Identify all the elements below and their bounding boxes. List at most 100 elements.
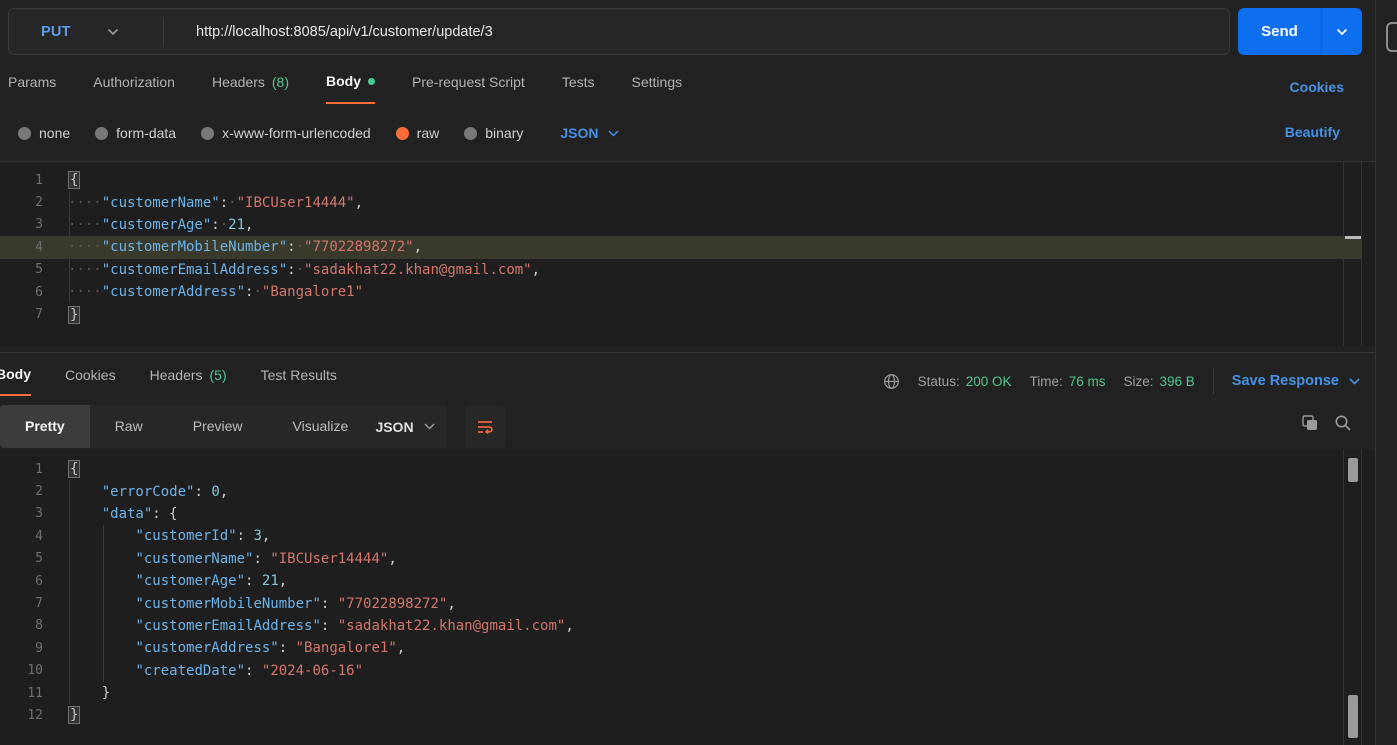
code-text: } (68, 307, 80, 323)
url-input[interactable]: http://localhost:8085/api/v1/customer/up… (164, 24, 493, 40)
tab-authorization[interactable]: Authorization (93, 72, 175, 104)
response-tab-test-results[interactable]: Test Results (261, 366, 337, 396)
body-mode-label: binary (485, 125, 523, 141)
method-selector[interactable]: PUT (9, 24, 163, 40)
line-number: 11 (0, 686, 43, 701)
token-key: "customerName" (102, 195, 220, 211)
clipped-panel-icon[interactable] (1386, 22, 1397, 52)
section-divider (0, 352, 1375, 353)
body-mode-raw[interactable]: raw (396, 125, 440, 141)
cookies-link[interactable]: Cookies (1290, 79, 1344, 95)
whitespace (287, 640, 295, 656)
tab-pre-request-script[interactable]: Pre-request Script (412, 72, 525, 104)
response-format-label: JSON (375, 419, 413, 435)
response-tabs: Body Cookies Headers(5) Test Results (0, 366, 337, 396)
line-number: 4 (0, 240, 43, 255)
body-mode-form-data[interactable]: form-data (95, 125, 176, 141)
tab-headers[interactable]: Headers(8) (212, 72, 289, 104)
code-text: "data": { (68, 506, 178, 522)
view-raw[interactable]: Raw (90, 405, 168, 448)
view-visualize[interactable]: Visualize (268, 405, 374, 448)
token-bracebox: { (68, 460, 80, 478)
code-line: 10 "createdDate": "2024-06-16" (0, 660, 1375, 682)
scrollbar-thumb[interactable] (1348, 695, 1358, 738)
response-body-editor[interactable]: 1{2 "errorCode": 0,3 "data": {4 "custome… (0, 450, 1375, 745)
request-tabs: Params Authorization Headers(8) Body Pre-req… (8, 72, 682, 104)
code-line: 6 "customerAge": 21, (0, 570, 1375, 592)
response-format-dropdown[interactable]: JSON (363, 405, 447, 448)
code-line: 8 "customerEmailAddress": "sadakhat22.kh… (0, 615, 1375, 637)
radio-icon (18, 127, 31, 140)
view-pretty[interactable]: Pretty (0, 405, 90, 448)
response-tab-body[interactable]: Body (0, 366, 31, 396)
token-punc: : (287, 239, 295, 255)
code-text: ····"customerMobileNumber":·"77022898272… (68, 239, 422, 255)
token-str: "Bangalore1" (262, 284, 363, 300)
code-line: 6····"customerAddress":·"Bangalore1" (0, 281, 1375, 303)
body-mode-label: raw (417, 125, 440, 141)
tab-label: Body (0, 366, 31, 382)
line-number: 6 (0, 574, 43, 589)
tab-label: Tests (562, 74, 595, 90)
search-icon[interactable] (1334, 414, 1352, 432)
body-mode-none[interactable]: none (18, 125, 70, 141)
send-options-button[interactable] (1322, 8, 1362, 55)
scrollbar-thumb[interactable] (1348, 458, 1358, 482)
code-text: ····"customerName":·"IBCUser14444", (68, 195, 363, 211)
request-body-editor[interactable]: 1{2····"customerName":·"IBCUser14444",3·… (0, 161, 1375, 346)
token-num: 3 (253, 528, 261, 544)
body-format-dropdown[interactable]: JSON (560, 125, 618, 141)
whitespace (68, 618, 135, 634)
send-button[interactable]: Send (1238, 8, 1321, 55)
request-editor-scrollbar[interactable] (1343, 161, 1362, 346)
beautify-link[interactable]: Beautify (1285, 124, 1340, 140)
code-text: "customerId": 3, (68, 528, 270, 544)
response-editor-scrollbar[interactable] (1343, 450, 1362, 745)
token-punc: : (152, 506, 160, 522)
globe-icon[interactable] (883, 373, 900, 390)
wrap-lines-button[interactable] (465, 405, 505, 448)
token-punc: , (397, 640, 405, 656)
tab-params[interactable]: Params (8, 72, 56, 104)
save-response-button[interactable]: Save Response (1232, 373, 1360, 389)
body-mode-label: none (39, 125, 70, 141)
indent-guide (69, 480, 70, 704)
code-text: "customerAddress": "Bangalore1", (68, 640, 405, 656)
body-format-label: JSON (560, 125, 598, 141)
token-key: "customerName" (135, 551, 253, 567)
view-preview[interactable]: Preview (168, 405, 268, 448)
tab-body[interactable]: Body (326, 72, 375, 104)
code-line: 4 ····"customerMobileNumber":·"7702289827… (0, 236, 1362, 258)
tab-settings[interactable]: Settings (632, 72, 683, 104)
token-punc: : (194, 484, 202, 500)
request-url-bar: PUT http://localhost:8085/api/v1/custome… (8, 8, 1230, 55)
code-text: { (68, 172, 80, 188)
wrap-lines-icon (476, 418, 494, 435)
right-sidebar-rail (1375, 0, 1397, 745)
code-line: 1{ (0, 458, 1375, 480)
tab-count-badge: (8) (272, 74, 289, 90)
body-mode-binary[interactable]: binary (464, 125, 523, 141)
token-punc: : (279, 640, 287, 656)
token-punc: , (220, 484, 228, 500)
response-tab-headers[interactable]: Headers(5) (150, 366, 227, 396)
tab-tests[interactable]: Tests (562, 72, 595, 104)
body-present-dot (368, 78, 375, 85)
copy-icon[interactable] (1301, 414, 1319, 432)
code-line: 5····"customerEmailAddress":·"sadakhat22… (0, 259, 1375, 281)
method-label: PUT (41, 24, 71, 40)
code-text: "createdDate": "2024-06-16" (68, 663, 363, 679)
indent-guide (69, 191, 70, 303)
token-key: "customerMobileNumber" (102, 239, 287, 255)
tab-label: Pre-request Script (412, 74, 525, 90)
chevron-down-icon (424, 423, 435, 430)
response-tab-cookies[interactable]: Cookies (65, 366, 116, 396)
body-mode-x-www-form-urlencoded[interactable]: x-www-form-urlencoded (201, 125, 371, 141)
whitespace: · (253, 284, 261, 300)
token-num: 21 (228, 217, 245, 233)
tab-label: Test Results (261, 367, 337, 383)
token-str: "Bangalore1" (296, 640, 397, 656)
token-punc: : (287, 262, 295, 278)
whitespace: ···· (68, 239, 102, 255)
line-number: 9 (0, 641, 43, 656)
